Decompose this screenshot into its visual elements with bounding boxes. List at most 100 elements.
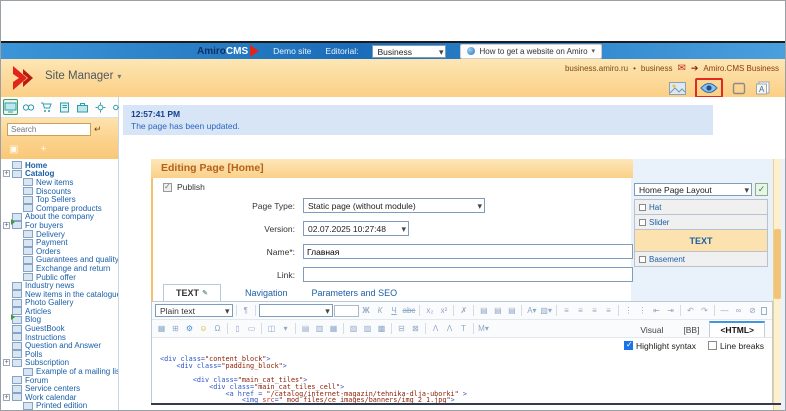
tb-bold-icon[interactable]: Ж — [360, 304, 373, 317]
frame-icon[interactable] — [732, 82, 746, 95]
search-input[interactable] — [7, 123, 91, 136]
tree-toggle-icon[interactable]: + — [3, 222, 10, 229]
tb-template-icon[interactable]: ▭ — [245, 322, 258, 335]
tb-split-cell-icon[interactable]: ⊠ — [409, 322, 422, 335]
tab-navigation[interactable]: Navigation — [245, 288, 288, 301]
tb-anchor-icon[interactable]: Λ — [429, 322, 442, 335]
tb-char-style-icon[interactable]: Λ — [443, 322, 456, 335]
tree-item[interactable]: Instructions — [1, 333, 118, 342]
name-input[interactable] — [303, 244, 633, 259]
code-area[interactable]: <div class="content_block"> <div class="… — [152, 353, 772, 403]
tree-item[interactable]: +Catalog — [1, 170, 118, 179]
settings-icon[interactable] — [93, 99, 108, 115]
tb-row-delete-icon[interactable]: ▦ — [327, 322, 340, 335]
tab-text[interactable]: TEXT✎ — [163, 284, 221, 301]
tb-link-icon[interactable]: ∞ — [732, 304, 745, 317]
tb-special-char-icon[interactable]: Ω — [211, 322, 224, 335]
apply-layout-button[interactable]: ✓ — [755, 183, 768, 196]
docs-icon[interactable] — [57, 99, 72, 115]
promo-button[interactable]: How to get a website on Amiro ▾ — [460, 44, 602, 59]
tree-item[interactable]: Public offer — [1, 273, 118, 282]
tb-row-insert-above-icon[interactable]: ▤ — [299, 322, 312, 335]
tb-more-tools-icon[interactable]: M▾ — [477, 322, 490, 335]
tb-outdent-icon[interactable]: ⇤ — [650, 304, 663, 317]
tb-col-delete-icon[interactable]: ▩ — [375, 322, 388, 335]
tb-fill-color-icon[interactable]: ▨▾ — [539, 304, 553, 317]
links-icon[interactable] — [21, 99, 36, 115]
scrollbar-thumb[interactable] — [774, 229, 781, 299]
tb-undo-icon[interactable]: ↶ — [684, 304, 697, 317]
format-select[interactable]: Plain text — [155, 304, 233, 317]
multiselect-icon[interactable]: ▣ — [9, 144, 18, 155]
tree-item[interactable]: Compare products — [1, 204, 118, 213]
add-page-icon[interactable]: + — [40, 144, 46, 155]
tree-toggle-icon[interactable]: + — [3, 170, 10, 177]
link-input[interactable] — [303, 267, 633, 282]
pages-icon[interactable] — [3, 99, 18, 115]
tb-merge-cells-icon[interactable]: ⊟ — [395, 322, 408, 335]
highlight-syntax-option[interactable]: Highlight syntax — [624, 341, 696, 351]
tb-table-icon[interactable]: ⊞ — [169, 322, 182, 335]
shop-icon[interactable] — [39, 99, 54, 115]
tb-ordered-list-icon[interactable]: ⋮ — [622, 304, 635, 317]
tb-paste-text-icon[interactable]: ▤ — [505, 304, 518, 317]
tree-item[interactable]: New items in the catalogue — [1, 290, 118, 299]
tb-indent-icon[interactable]: ⇥ — [664, 304, 677, 317]
line-breaks-checkbox[interactable] — [708, 341, 717, 350]
tb-smiley-icon[interactable]: ☺ — [197, 322, 210, 335]
tb-horizontal-rule-icon[interactable]: — — [718, 304, 731, 317]
tb-col-insert-left-icon[interactable]: ▧ — [347, 322, 360, 335]
tree-item[interactable]: Articles — [1, 307, 118, 316]
tb-unordered-list-icon[interactable]: ⋮ — [636, 304, 649, 317]
layout-row-hat[interactable]: Hat — [634, 200, 768, 215]
tb-align-center-icon[interactable]: ≡ — [574, 304, 587, 317]
tree-item[interactable]: Exchange and return — [1, 264, 118, 273]
highlight-syntax-checkbox[interactable] — [624, 341, 633, 350]
tb-remove-format-icon[interactable]: ✗ — [457, 304, 470, 317]
version-select[interactable]: 02.07.2025 10:27:48 — [303, 221, 409, 236]
tb-paste-icon[interactable]: ▤ — [477, 304, 490, 317]
tree-item[interactable]: Orders — [1, 247, 118, 256]
tb-page-properties-icon[interactable]: ⚙ — [183, 322, 196, 335]
tb-align-right-icon[interactable]: ≡ — [588, 304, 601, 317]
tb-styles-dropdown-icon[interactable]: ▾ — [279, 322, 292, 335]
layout-select[interactable]: Home Page Layout — [634, 183, 752, 196]
tree-item[interactable]: Guarantees and quality — [1, 256, 118, 265]
tb-text-color-icon[interactable]: A▾ — [525, 304, 538, 317]
briefcase-icon[interactable] — [75, 99, 90, 115]
site-manager-menu[interactable]: Site Manager ▾ — [45, 70, 121, 82]
tb-div-container-icon[interactable]: ◫ — [265, 322, 278, 335]
tb-strikethrough-icon[interactable]: abc — [402, 304, 417, 317]
tree-item[interactable]: +Work calendar — [1, 393, 118, 402]
tb-align-justify-icon[interactable]: ≡ — [602, 304, 615, 317]
demo-site-link[interactable]: Demo site — [273, 46, 311, 56]
tree-item[interactable]: GuestBook — [1, 324, 118, 333]
tb-col-insert-right-icon[interactable]: ▨ — [361, 322, 374, 335]
page-type-select[interactable]: Static page (without module) — [303, 198, 485, 213]
tree-item[interactable]: New items — [1, 178, 118, 187]
preview-icon[interactable] — [695, 78, 723, 98]
search-enter-icon[interactable]: ↵ — [94, 124, 102, 135]
layout-row-text[interactable]: TEXT — [634, 230, 768, 252]
tb-row-insert-below-icon[interactable]: ▥ — [313, 322, 326, 335]
amiro-logo[interactable]: AmiroCMS — [197, 45, 259, 57]
mail-icon[interactable]: ✉ — [677, 63, 685, 74]
tree-toggle-icon[interactable]: + — [3, 394, 10, 401]
checkbox-icon[interactable] — [639, 256, 646, 263]
style-select[interactable] — [259, 304, 333, 317]
tree-item[interactable]: Service centers — [1, 384, 118, 393]
tree-item[interactable]: +For buyers — [1, 221, 118, 230]
banners-icon[interactable] — [669, 82, 686, 95]
mode-tab-visual[interactable]: Visual — [630, 323, 673, 337]
tree-item[interactable]: Payment — [1, 238, 118, 247]
tree-item[interactable]: Example of a mailing list — [1, 367, 118, 376]
logout-icon[interactable]: ➔ — [691, 63, 699, 74]
tb-redo-icon[interactable]: ↷ — [698, 304, 711, 317]
mode-tab-bb[interactable]: [BB] — [673, 323, 709, 337]
tb-unlink-icon[interactable]: ⊘ — [746, 304, 759, 317]
fullscreen-icon[interactable] — [761, 307, 767, 315]
tree-item[interactable]: Industry news — [1, 281, 118, 290]
tree-item[interactable]: Polls — [1, 350, 118, 359]
tree-item[interactable]: Home — [1, 161, 118, 170]
tree-item[interactable]: About the company — [1, 213, 118, 222]
